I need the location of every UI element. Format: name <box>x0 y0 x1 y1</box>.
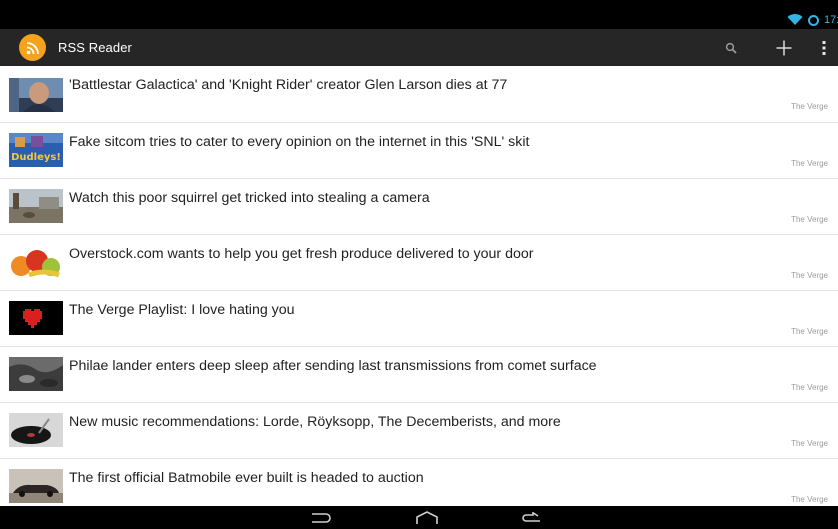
outdoor-photo-thumbnail <box>9 189 63 223</box>
car-photo-thumbnail <box>9 469 63 503</box>
recents-button[interactable] <box>518 508 548 527</box>
feed-item[interactable]: The first official Batmobile ever built … <box>0 459 838 506</box>
item-title: 'Battlestar Galactica' and 'Knight Rider… <box>69 77 508 93</box>
item-thumbnail <box>9 469 63 503</box>
feed-item[interactable]: Watch this poor squirrel get tricked int… <box>0 179 838 235</box>
item-title: Overstock.com wants to help you get fres… <box>69 246 534 262</box>
item-thumbnail <box>9 189 63 223</box>
sync-icon <box>808 14 819 26</box>
item-title: The first official Batmobile ever built … <box>69 470 424 486</box>
wifi-icon <box>787 14 803 25</box>
item-source: The Verge <box>791 271 828 280</box>
item-thumbnail: Dudleys! <box>9 133 63 167</box>
home-icon <box>416 510 438 524</box>
item-thumbnail <box>9 245 63 279</box>
item-title: Watch this poor squirrel get tricked int… <box>69 190 430 206</box>
status-bar: 17:5 <box>0 0 838 29</box>
sitcom-logo-thumbnail: Dudleys! <box>9 133 63 167</box>
item-thumbnail <box>9 301 63 335</box>
comet-surface-photo-thumbnail <box>9 357 63 391</box>
feed-item[interactable]: New music recommendations: Lorde, Röykso… <box>0 403 838 459</box>
status-time: 17:5 <box>824 14 838 26</box>
recents-icon <box>522 511 540 522</box>
add-icon <box>776 40 792 55</box>
overflow-menu-icon <box>822 40 826 55</box>
item-source: The Verge <box>791 215 828 224</box>
action-bar: RSS Reader <box>0 29 838 66</box>
back-icon <box>312 512 331 523</box>
feed-item[interactable]: 'Battlestar Galactica' and 'Knight Rider… <box>0 66 838 123</box>
navigation-bar <box>0 506 838 529</box>
feed-item[interactable]: Dudleys! Fake sitcom tries to cater to e… <box>0 123 838 179</box>
add-feed-button[interactable] <box>770 29 798 66</box>
search-icon <box>725 42 737 54</box>
feed-list[interactable]: 'Battlestar Galactica' and 'Knight Rider… <box>0 66 838 506</box>
item-source: The Verge <box>791 383 828 392</box>
pixel-heart-thumbnail <box>9 301 63 335</box>
feed-item[interactable]: Philae lander enters deep sleep after se… <box>0 347 838 403</box>
item-source: The Verge <box>791 102 828 111</box>
back-button[interactable] <box>306 508 336 527</box>
status-icons: 17:5 <box>787 13 838 27</box>
item-source: The Verge <box>791 327 828 336</box>
item-thumbnail <box>9 78 63 112</box>
item-thumbnail <box>9 357 63 391</box>
item-title: The Verge Playlist: I love hating you <box>69 302 295 318</box>
overflow-menu-button[interactable] <box>816 29 832 66</box>
item-title: Fake sitcom tries to cater to every opin… <box>69 134 530 150</box>
item-title: New music recommendations: Lorde, Röykso… <box>69 414 561 430</box>
app-title: RSS Reader <box>58 40 132 55</box>
turntable-photo-thumbnail <box>9 413 63 447</box>
feed-item[interactable]: Overstock.com wants to help you get fres… <box>0 235 838 291</box>
feed-item[interactable]: The Verge Playlist: I love hating you Th… <box>0 291 838 347</box>
item-source: The Verge <box>791 439 828 448</box>
item-source: The Verge <box>791 495 828 504</box>
item-thumbnail <box>9 413 63 447</box>
action-bar-actions <box>718 29 838 66</box>
rss-glyph <box>26 41 39 54</box>
portrait-photo-thumbnail <box>9 78 63 112</box>
search-button[interactable] <box>718 29 744 66</box>
item-title: Philae lander enters deep sleep after se… <box>69 358 597 374</box>
thumbnail-caption: Dudleys! <box>11 152 61 163</box>
produce-photo-thumbnail <box>9 245 63 279</box>
home-button[interactable] <box>412 508 442 527</box>
rss-logo-icon[interactable] <box>19 34 46 61</box>
item-source: The Verge <box>791 159 828 168</box>
